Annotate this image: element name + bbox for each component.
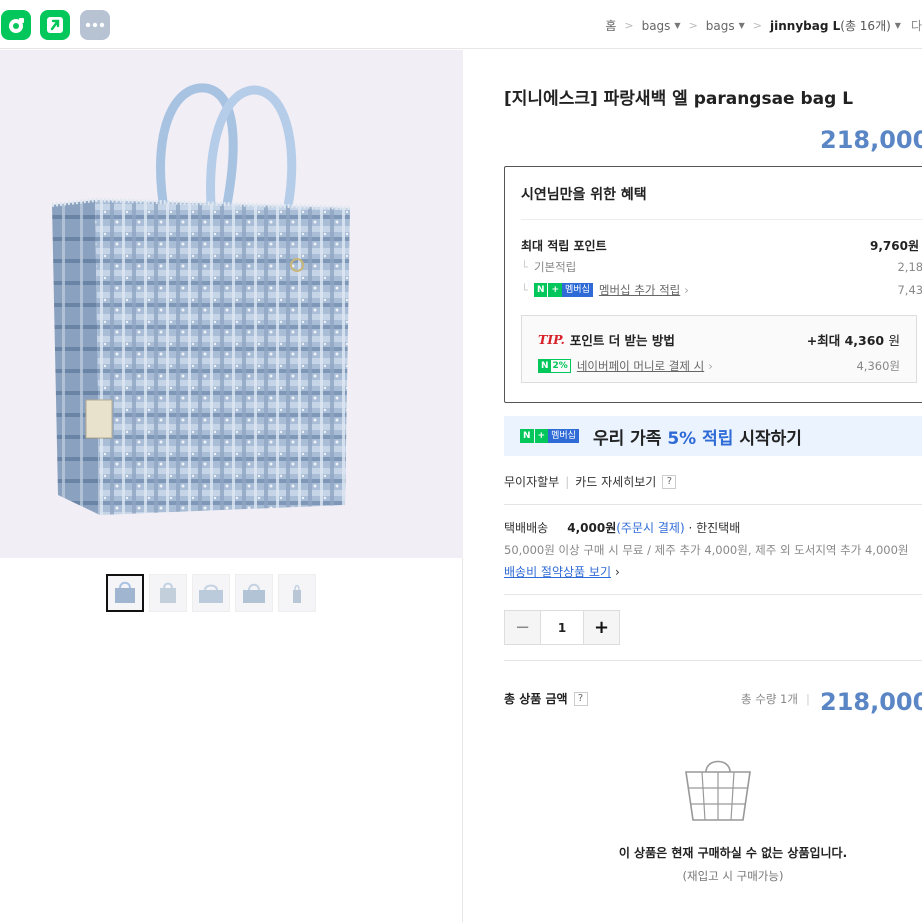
- total-quantity: 총 수량 1개 |: [741, 692, 810, 706]
- shipping-fee-note: (주문시 결제): [616, 521, 685, 535]
- basic-point-row: └ 기본적립 2,180원: [521, 259, 922, 275]
- breadcrumb-count: (총 16개): [840, 19, 891, 33]
- benefit-title: 시연님만을 위한 혜택: [521, 187, 647, 203]
- tree-branch-icon: └: [521, 283, 528, 297]
- tip-box: TIP. 포인트 더 받는 방법 +최대 4,360 원 N 2% 네이버페이 머…: [521, 315, 917, 383]
- membership-promo-banner[interactable]: N + 멤버십 우리 가족 5% 적립 시작하기: [504, 416, 922, 456]
- tip-label: TIP.: [538, 332, 565, 347]
- membership-point-value: 7,430원: [897, 283, 922, 297]
- product-gallery: [0, 50, 463, 922]
- shipping-condition: 50,000원 이상 구매 시 무료 / 제주 추가 4,000원, 제주 외 …: [504, 543, 909, 557]
- help-question-icon[interactable]: ?: [573, 691, 588, 706]
- breadcrumb-extra[interactable]: 다: [911, 17, 922, 34]
- chevron-right-icon: ›: [708, 359, 713, 373]
- chevron-right-icon: ›: [615, 565, 620, 579]
- caret-down-icon[interactable]: ▼: [895, 21, 901, 30]
- increase-quantity-button[interactable]: +: [584, 611, 619, 644]
- product-price: 218,000원: [820, 126, 922, 154]
- membership-point-link[interactable]: 멤버십 추가 적립: [599, 282, 680, 298]
- top-bar: 홈 > bags ▼ > bags ▼ > jinnybag L (총 16개)…: [0, 0, 922, 49]
- caret-down-icon[interactable]: ▼: [739, 21, 745, 30]
- shipping-carrier: · 한진택배: [688, 521, 741, 535]
- max-point-row: 최대 적립 포인트 9,760원 ?: [521, 237, 922, 254]
- soldout-message: 이 상품은 현재 구매하실 수 없는 상품입니다.: [618, 846, 848, 860]
- total-price: 218,000원: [820, 688, 922, 716]
- divider: [504, 594, 922, 595]
- thumbnail-4[interactable]: [235, 574, 273, 612]
- divider: [504, 660, 922, 661]
- shipping-fee: 4,000원: [567, 521, 617, 535]
- naver-pay-badge: N 2%: [538, 359, 571, 373]
- divider: |: [565, 474, 570, 489]
- tree-branch-icon: └: [521, 260, 528, 274]
- shipping-saving-link[interactable]: 배송비 절약상품 보기 ›: [504, 563, 620, 580]
- thumbnail-3[interactable]: [192, 574, 230, 612]
- breadcrumb-home[interactable]: 홈: [605, 17, 616, 34]
- caret-down-icon[interactable]: ▼: [674, 21, 680, 30]
- soldout-sub-message: (재입고 시 구매가능): [682, 869, 784, 883]
- naver-plus-membership-badge: N + 멤버십: [533, 283, 593, 297]
- shipping-label: 택배배송: [504, 521, 549, 535]
- tip-row: TIP. 포인트 더 받는 방법: [538, 330, 675, 349]
- shopping-basket-icon: [682, 750, 754, 826]
- payment-row: 무이자할부 | 카드 자세히보기 ?: [504, 473, 677, 490]
- benefit-box: 시연님만을 위한 혜택 최대 적립 포인트 9,760원 ? └ 기본적립 2,…: [504, 166, 922, 403]
- npay-value: 4,360원: [856, 359, 900, 373]
- chevron-right-icon: ›: [684, 283, 689, 297]
- decrease-quantity-button[interactable]: −: [505, 611, 540, 644]
- quantity-value[interactable]: 1: [540, 611, 584, 644]
- card-detail-link[interactable]: 카드 자세히보기: [575, 473, 656, 490]
- thumbnail-list: [106, 574, 316, 612]
- basic-point-label: 기본적립: [533, 260, 577, 274]
- tip-text: 포인트 더 받는 방법: [569, 333, 675, 348]
- thumbnail-5[interactable]: [278, 574, 316, 612]
- max-point-label: 최대 적립 포인트: [521, 239, 607, 253]
- breadcrumb-cat2[interactable]: bags: [706, 19, 735, 33]
- chevron-right-icon: >: [752, 19, 763, 32]
- total-label: 총 상품 금액: [504, 692, 568, 706]
- quantity-stepper: − 1 +: [504, 610, 620, 645]
- product-info-panel: [지니에스크] 파랑새백 엘 parangsae bag L 218,000원 …: [504, 50, 922, 922]
- max-point-value: 9,760원: [870, 239, 919, 253]
- breadcrumb-cat1[interactable]: bags: [642, 19, 671, 33]
- breadcrumb: 홈 > bags ▼ > bags ▼ > jinnybag L (총 16개)…: [605, 17, 922, 34]
- naver-plus-membership-badge: N + 멤버십: [520, 429, 579, 443]
- chevron-right-icon: >: [688, 19, 698, 32]
- more-dots-icon[interactable]: [80, 10, 110, 40]
- divider: [504, 504, 922, 505]
- green-arrow-app-icon[interactable]: [40, 10, 70, 40]
- promo-text: 우리 가족 5% 적립 시작하기: [592, 428, 802, 449]
- thumbnail-1[interactable]: [106, 574, 144, 612]
- shipping-row: 택배배송 4,000원(주문시 결제) · 한진택배: [504, 519, 740, 536]
- divider: [521, 219, 922, 220]
- installment-label: 무이자할부: [504, 475, 560, 489]
- product-main-image[interactable]: [0, 50, 463, 558]
- basic-point-value: 2,180원: [897, 260, 922, 274]
- tip-value: +최대 4,360 원: [806, 333, 900, 348]
- help-question-icon[interactable]: ?: [662, 474, 677, 489]
- npay-link[interactable]: 네이버페이 머니로 결제 시: [577, 358, 704, 374]
- membership-point-row: └ N+멤버십 멤버십 추가 적립 › 7,430원: [521, 282, 922, 298]
- npay-row: N 2% 네이버페이 머니로 결제 시 ›: [538, 358, 713, 374]
- chevron-right-icon: >: [624, 19, 634, 32]
- thumbnail-2[interactable]: [149, 574, 187, 612]
- green-app-icon[interactable]: [1, 10, 31, 40]
- total-label-row: 총 상품 금액 ?: [504, 690, 588, 707]
- breadcrumb-current[interactable]: jinnybag L: [770, 19, 840, 33]
- product-title: [지니에스크] 파랑새백 엘 parangsae bag L: [504, 89, 854, 109]
